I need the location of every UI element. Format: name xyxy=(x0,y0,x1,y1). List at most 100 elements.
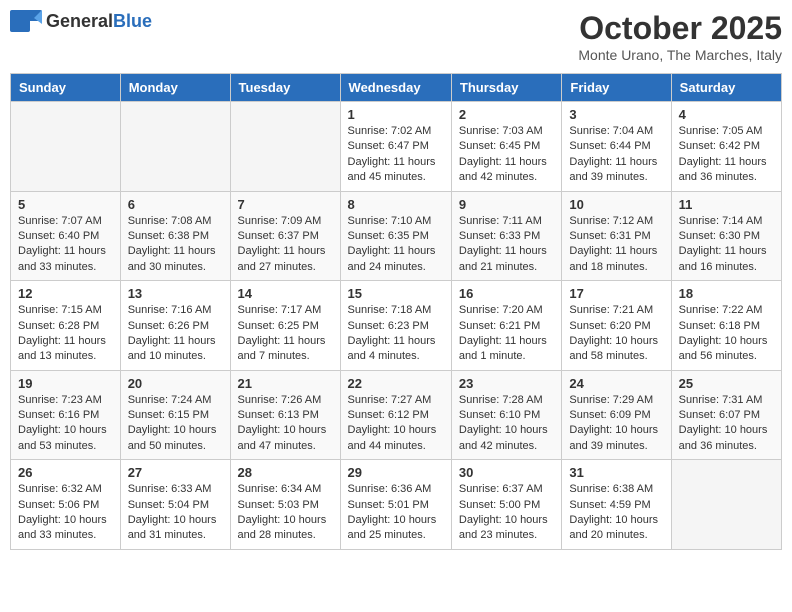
calendar-week-row: 26Sunrise: 6:32 AMSunset: 5:06 PMDayligh… xyxy=(11,460,782,550)
calendar-day-cell: 26Sunrise: 6:32 AMSunset: 5:06 PMDayligh… xyxy=(11,460,121,550)
calendar-day-cell: 21 Sunrise: 7:26 AMSunset: 6:13 PMDayligh… xyxy=(230,370,340,460)
day-content: Sunrise: 7:17 AMSunset: 6:25 PMDaylight:… xyxy=(238,303,333,365)
day-content: Sunrise: 7:07 AMSunset: 6:40 PMDaylight:… xyxy=(18,214,113,276)
calendar-day-cell: 16 Sunrise: 7:20 AMSunset: 6:21 PMDayligh… xyxy=(451,281,561,371)
calendar-header-row: SundayMondayTuesdayWednesdayThursdayFrid… xyxy=(11,74,782,102)
day-number: 30 xyxy=(459,465,554,480)
day-number: 22 xyxy=(348,376,444,391)
day-number: 9 xyxy=(459,197,554,212)
day-number: 10 xyxy=(569,197,663,212)
day-content: Sunrise: 7:29 AMSunset: 6:09 PMDaylight:… xyxy=(569,393,663,455)
calendar-day-cell: 8 Sunrise: 7:10 AMSunset: 6:35 PMDaylight… xyxy=(340,191,451,281)
day-content: Sunrise: 7:04 AMSunset: 6:44 PMDaylight:… xyxy=(569,124,663,186)
calendar-day-cell: 31Sunrise: 6:38 AMSunset: 4:59 PMDayligh… xyxy=(562,460,671,550)
calendar-day-cell: 4Sunrise: 7:05 AMSunset: 6:42 PMDaylight… xyxy=(671,102,781,192)
day-content: Sunrise: 7:18 AMSunset: 6:23 PMDaylight:… xyxy=(348,303,444,365)
logo-icon xyxy=(10,10,42,32)
calendar-day-cell: 18Sunrise: 7:22 AMSunset: 6:18 PMDayligh… xyxy=(671,281,781,371)
day-number: 12 xyxy=(18,286,113,301)
day-of-week-header: Friday xyxy=(562,74,671,102)
day-content: Sunrise: 6:34 AMSunset: 5:03 PMDaylight:… xyxy=(238,482,333,544)
day-content: Sunrise: 7:24 AMSunset: 6:15 PMDaylight:… xyxy=(128,393,223,455)
day-number: 21 xyxy=(238,376,333,391)
day-content: Sunrise: 7:08 AMSunset: 6:38 PMDaylight:… xyxy=(128,214,223,276)
calendar-day-cell: 28 Sunrise: 6:34 AMSunset: 5:03 PMDayligh… xyxy=(230,460,340,550)
day-number: 2 xyxy=(459,107,554,122)
logo: GeneralBlue xyxy=(10,10,152,32)
month-year-title: October 2025 xyxy=(578,10,782,47)
calendar-day-cell xyxy=(120,102,230,192)
day-number: 8 xyxy=(348,197,444,212)
calendar-day-cell: 9 Sunrise: 7:11 AMSunset: 6:33 PMDaylight… xyxy=(451,191,561,281)
day-of-week-header: Thursday xyxy=(451,74,561,102)
calendar-day-cell: 27Sunrise: 6:33 AMSunset: 5:04 PMDayligh… xyxy=(120,460,230,550)
day-number: 5 xyxy=(18,197,113,212)
calendar-day-cell: 22 Sunrise: 7:27 AMSunset: 6:12 PMDayligh… xyxy=(340,370,451,460)
calendar-day-cell: 10 Sunrise: 7:12 AMSunset: 6:31 PMDayligh… xyxy=(562,191,671,281)
day-number: 16 xyxy=(459,286,554,301)
calendar-day-cell: 12 Sunrise: 7:15 AMSunset: 6:28 PMDayligh… xyxy=(11,281,121,371)
day-number: 4 xyxy=(679,107,774,122)
day-content: Sunrise: 7:22 AMSunset: 6:18 PMDaylight:… xyxy=(679,303,774,365)
calendar-day-cell: 30 Sunrise: 6:37 AMSunset: 5:00 PMDayligh… xyxy=(451,460,561,550)
calendar-week-row: 12 Sunrise: 7:15 AMSunset: 6:28 PMDayligh… xyxy=(11,281,782,371)
logo-blue: Blue xyxy=(113,11,152,31)
calendar-week-row: 5 Sunrise: 7:07 AMSunset: 6:40 PMDaylight… xyxy=(11,191,782,281)
calendar-day-cell: 17Sunrise: 7:21 AMSunset: 6:20 PMDayligh… xyxy=(562,281,671,371)
day-content: Sunrise: 7:10 AMSunset: 6:35 PMDaylight:… xyxy=(348,214,444,276)
day-number: 1 xyxy=(348,107,444,122)
day-of-week-header: Saturday xyxy=(671,74,781,102)
day-number: 11 xyxy=(679,197,774,212)
day-content: Sunrise: 6:33 AMSunset: 5:04 PMDaylight:… xyxy=(128,482,223,544)
day-number: 20 xyxy=(128,376,223,391)
day-content: Sunrise: 7:15 AMSunset: 6:28 PMDaylight:… xyxy=(18,303,113,365)
day-content: Sunrise: 7:20 AMSunset: 6:21 PMDaylight:… xyxy=(459,303,554,365)
calendar-day-cell: 6 Sunrise: 7:08 AMSunset: 6:38 PMDaylight… xyxy=(120,191,230,281)
logo-general: General xyxy=(46,11,113,31)
calendar-day-cell xyxy=(671,460,781,550)
day-number: 13 xyxy=(128,286,223,301)
day-content: Sunrise: 7:12 AMSunset: 6:31 PMDaylight:… xyxy=(569,214,663,276)
calendar-day-cell: 14 Sunrise: 7:17 AMSunset: 6:25 PMDayligh… xyxy=(230,281,340,371)
day-of-week-header: Wednesday xyxy=(340,74,451,102)
day-content: Sunrise: 7:23 AMSunset: 6:16 PMDaylight:… xyxy=(18,393,113,455)
day-content: Sunrise: 7:27 AMSunset: 6:12 PMDaylight:… xyxy=(348,393,444,455)
calendar-day-cell: 1Sunrise: 7:02 AMSunset: 6:47 PMDaylight… xyxy=(340,102,451,192)
day-content: Sunrise: 7:11 AMSunset: 6:33 PMDaylight:… xyxy=(459,214,554,276)
day-content: Sunrise: 6:38 AMSunset: 4:59 PMDaylight:… xyxy=(569,482,663,544)
calendar-day-cell: 23Sunrise: 7:28 AMSunset: 6:10 PMDayligh… xyxy=(451,370,561,460)
page-header: GeneralBlue October 2025 Monte Urano, Th… xyxy=(10,10,782,63)
day-number: 24 xyxy=(569,376,663,391)
day-number: 28 xyxy=(238,465,333,480)
calendar-day-cell: 2Sunrise: 7:03 AMSunset: 6:45 PMDaylight… xyxy=(451,102,561,192)
day-content: Sunrise: 7:28 AMSunset: 6:10 PMDaylight:… xyxy=(459,393,554,455)
day-number: 14 xyxy=(238,286,333,301)
location-subtitle: Monte Urano, The Marches, Italy xyxy=(578,47,782,63)
calendar-day-cell: 29 Sunrise: 6:36 AMSunset: 5:01 PMDayligh… xyxy=(340,460,451,550)
day-number: 29 xyxy=(348,465,444,480)
day-content: Sunrise: 6:36 AMSunset: 5:01 PMDaylight:… xyxy=(348,482,444,544)
day-content: Sunrise: 6:37 AMSunset: 5:00 PMDaylight:… xyxy=(459,482,554,544)
calendar-day-cell: 24 Sunrise: 7:29 AMSunset: 6:09 PMDayligh… xyxy=(562,370,671,460)
day-of-week-header: Monday xyxy=(120,74,230,102)
day-number: 7 xyxy=(238,197,333,212)
calendar-day-cell: 20 Sunrise: 7:24 AMSunset: 6:15 PMDayligh… xyxy=(120,370,230,460)
day-content: Sunrise: 7:09 AMSunset: 6:37 PMDaylight:… xyxy=(238,214,333,276)
calendar-day-cell: 3 Sunrise: 7:04 AMSunset: 6:44 PMDaylight… xyxy=(562,102,671,192)
calendar-day-cell: 11Sunrise: 7:14 AMSunset: 6:30 PMDayligh… xyxy=(671,191,781,281)
calendar-day-cell: 7 Sunrise: 7:09 AMSunset: 6:37 PMDaylight… xyxy=(230,191,340,281)
day-content: Sunrise: 6:32 AMSunset: 5:06 PMDaylight:… xyxy=(18,482,113,544)
calendar-day-cell: 25Sunrise: 7:31 AMSunset: 6:07 PMDayligh… xyxy=(671,370,781,460)
day-content: Sunrise: 7:26 AMSunset: 6:13 PMDaylight:… xyxy=(238,393,333,455)
day-number: 6 xyxy=(128,197,223,212)
day-number: 19 xyxy=(18,376,113,391)
day-of-week-header: Sunday xyxy=(11,74,121,102)
day-content: Sunrise: 7:16 AMSunset: 6:26 PMDaylight:… xyxy=(128,303,223,365)
calendar-day-cell xyxy=(230,102,340,192)
day-of-week-header: Tuesday xyxy=(230,74,340,102)
calendar-week-row: 19 Sunrise: 7:23 AMSunset: 6:16 PMDayligh… xyxy=(11,370,782,460)
day-number: 17 xyxy=(569,286,663,301)
calendar-day-cell xyxy=(11,102,121,192)
day-number: 25 xyxy=(679,376,774,391)
day-number: 3 xyxy=(569,107,663,122)
